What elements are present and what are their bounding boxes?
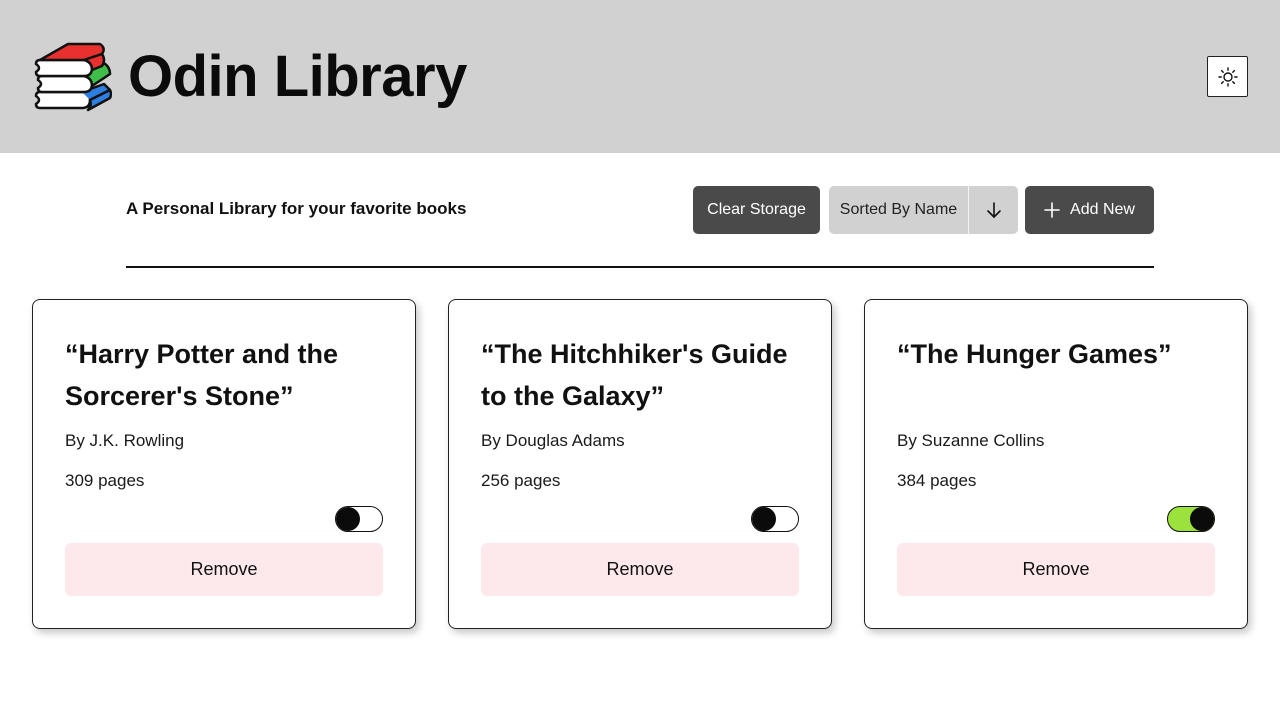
remove-button[interactable]: Remove xyxy=(65,543,383,596)
book-author: By Suzanne Collins xyxy=(897,431,1045,450)
sort-control: Sorted By Name xyxy=(829,186,1018,234)
toggle-knob xyxy=(1190,507,1214,531)
add-new-label: Add New xyxy=(1070,201,1135,218)
plus-icon xyxy=(1044,202,1060,218)
book-card: “Harry Potter and the Sorcerer's Stone” … xyxy=(32,299,416,629)
arrow-down-icon xyxy=(986,202,1001,218)
read-status-toggle[interactable] xyxy=(1167,506,1215,532)
toggle-knob xyxy=(336,507,360,531)
read-status-toggle[interactable] xyxy=(751,506,799,532)
stacked-books-icon xyxy=(34,42,112,112)
book-author: By Douglas Adams xyxy=(481,431,625,450)
remove-button[interactable]: Remove xyxy=(481,543,799,596)
remove-button[interactable]: Remove xyxy=(897,543,1215,596)
sort-by-button[interactable]: Sorted By Name xyxy=(829,186,968,234)
tagline: A Personal Library for your favorite boo… xyxy=(126,199,467,218)
toggle-knob xyxy=(752,507,776,531)
book-card: “The Hunger Games” By Suzanne Collins 38… xyxy=(864,299,1248,629)
book-pages: 309 pages xyxy=(65,471,145,490)
app-header: Odin Library xyxy=(0,0,1280,153)
book-pages: 256 pages xyxy=(481,471,561,490)
book-card: “The Hitchhiker's Guide to the Galaxy” B… xyxy=(448,299,832,629)
read-status-toggle[interactable] xyxy=(335,506,383,532)
add-new-button[interactable]: Add New xyxy=(1025,186,1154,234)
sun-icon xyxy=(1217,66,1238,87)
book-title: “The Hunger Games” xyxy=(897,339,1172,369)
clear-storage-button[interactable]: Clear Storage xyxy=(693,186,820,234)
book-title: “The Hitchhiker's Guide to the Galaxy” xyxy=(481,339,788,411)
book-author: By J.K. Rowling xyxy=(65,431,185,450)
theme-toggle-button[interactable] xyxy=(1207,56,1248,97)
sort-direction-button[interactable] xyxy=(969,186,1018,234)
app-title: Odin Library xyxy=(128,44,467,109)
book-title: “Harry Potter and the Sorcerer's Stone” xyxy=(65,339,339,411)
book-pages: 384 pages xyxy=(897,471,977,490)
divider-rule xyxy=(126,266,1154,268)
